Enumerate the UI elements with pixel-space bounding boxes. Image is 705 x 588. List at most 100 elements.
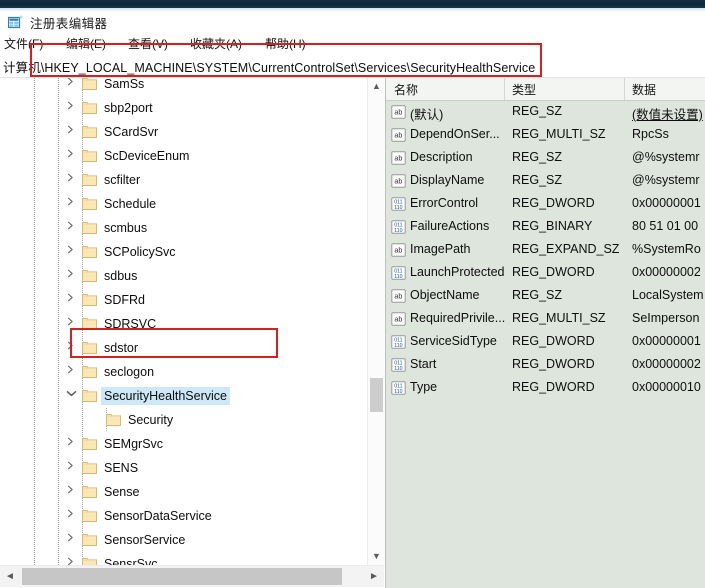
chevron-right-icon[interactable] <box>66 317 80 331</box>
value-name[interactable]: LaunchProtected <box>410 265 505 279</box>
tree-item[interactable]: ScDeviceEnum <box>0 144 367 168</box>
chevron-right-icon[interactable] <box>66 461 80 475</box>
chevron-right-icon[interactable] <box>66 293 80 307</box>
tree-item-label[interactable]: SCardSvr <box>101 123 161 141</box>
tree-item-label[interactable]: sdbus <box>101 267 140 285</box>
value-row[interactable]: 011 110 ErrorControl REG_DWORD 0x00000001 <box>386 193 705 216</box>
tree-item[interactable]: Sense <box>0 480 367 504</box>
tree-vscroll-thumb[interactable] <box>370 378 383 412</box>
tree-item-label[interactable]: ScDeviceEnum <box>101 147 192 165</box>
column-divider[interactable] <box>624 78 625 100</box>
tree-item[interactable]: sdbus <box>0 264 367 288</box>
tree-item-label[interactable]: SENS <box>101 459 141 477</box>
chevron-right-icon[interactable] <box>66 509 80 523</box>
value-row[interactable]: ab DependOnSer... REG_MULTI_SZ RpcSs <box>386 124 705 147</box>
tree-item-label[interactable]: SDFRd <box>101 291 148 309</box>
tree-item[interactable]: SecurityHealthService <box>0 384 367 408</box>
value-row[interactable]: 011 110 FailureActions REG_BINARY 80 51 01 0… <box>386 216 705 239</box>
tree-item[interactable]: sdstor <box>0 336 367 360</box>
value-name[interactable]: DependOnSer... <box>410 127 500 141</box>
value-name[interactable]: Type <box>410 380 437 394</box>
address-bar[interactable]: 计算机\HKEY_LOCAL_MACHINE\SYSTEM\CurrentCon… <box>0 54 705 78</box>
tree-item[interactable]: SensrSvc <box>0 552 367 565</box>
tree-item-label[interactable]: seclogon <box>101 363 157 381</box>
values-pane[interactable]: 名称 类型 数据 ab (默认) REG_SZ (数值未设置) ab DependOnSer.… <box>386 78 705 588</box>
tree-item[interactable]: SDRSVC <box>0 312 367 336</box>
tree-item[interactable]: SENS <box>0 456 367 480</box>
chevron-right-icon[interactable] <box>66 245 80 259</box>
tree-item-label[interactable]: SensrSvc <box>101 555 161 565</box>
scroll-left-icon[interactable]: ◄ <box>0 566 20 587</box>
value-name[interactable]: FailureActions <box>410 219 489 233</box>
chevron-right-icon[interactable] <box>66 125 80 139</box>
chevron-right-icon[interactable] <box>66 557 80 565</box>
value-row[interactable]: 011 110 LaunchProtected REG_DWORD 0x00000002 <box>386 262 705 285</box>
chevron-right-icon[interactable] <box>66 533 80 547</box>
value-row[interactable]: 011 110 ServiceSidType REG_DWORD 0x00000001 <box>386 331 705 354</box>
value-name[interactable]: ObjectName <box>410 288 479 302</box>
value-name[interactable]: Start <box>410 357 436 371</box>
value-row[interactable]: ab ObjectName REG_SZ LocalSystem <box>386 285 705 308</box>
tree-item-label[interactable]: SensorDataService <box>101 507 215 525</box>
tree-item-label[interactable]: SEMgrSvc <box>101 435 166 453</box>
tree-item[interactable]: SamSs <box>0 78 367 96</box>
registry-tree-pane[interactable]: SamSs sbp2port SCardSvr ScDeviceEnum scfilte… <box>0 78 386 588</box>
tree-item-label[interactable]: SamSs <box>101 78 147 93</box>
chevron-right-icon[interactable] <box>66 341 80 355</box>
chevron-right-icon[interactable] <box>66 197 80 211</box>
menu-item-1[interactable]: 编辑(E) <box>66 35 106 52</box>
tree-item[interactable]: SensorDataService <box>0 504 367 528</box>
menu-item-4[interactable]: 帮助(H) <box>265 35 306 52</box>
tree-item[interactable]: SensorService <box>0 528 367 552</box>
tree-item-label[interactable]: SCPolicySvc <box>101 243 179 261</box>
chevron-right-icon[interactable] <box>66 365 80 379</box>
menu-item-3[interactable]: 收藏夹(A) <box>190 35 242 52</box>
chevron-right-icon[interactable] <box>66 149 80 163</box>
scroll-up-icon[interactable]: ▲ <box>368 78 385 95</box>
value-row[interactable]: 011 110 Start REG_DWORD 0x00000002 <box>386 354 705 377</box>
chevron-right-icon[interactable] <box>66 221 80 235</box>
tree-item-label[interactable]: SDRSVC <box>101 315 159 333</box>
chevron-down-icon[interactable] <box>66 389 80 403</box>
tree-item-label[interactable]: sdstor <box>101 339 141 357</box>
value-row[interactable]: ab ImagePath REG_EXPAND_SZ %SystemRo <box>386 239 705 262</box>
tree-item[interactable]: sbp2port <box>0 96 367 120</box>
tree-item[interactable]: scfilter <box>0 168 367 192</box>
column-divider[interactable] <box>504 78 505 100</box>
menu-item-2[interactable]: 查看(V) <box>128 35 168 52</box>
registry-tree[interactable]: SamSs sbp2port SCardSvr ScDeviceEnum scfilte… <box>0 78 367 565</box>
tree-vertical-scrollbar[interactable]: ▲ ▼ <box>367 78 385 565</box>
value-row[interactable]: ab (默认) REG_SZ (数值未设置) <box>386 101 705 124</box>
value-name[interactable]: Description <box>410 150 473 164</box>
chevron-right-icon[interactable] <box>66 437 80 451</box>
value-name[interactable]: (默认) <box>410 104 443 123</box>
tree-item-label[interactable]: scfilter <box>101 171 143 189</box>
chevron-right-icon[interactable] <box>66 173 80 187</box>
values-list[interactable]: ab (默认) REG_SZ (数值未设置) ab DependOnSer... REG_M… <box>386 101 705 400</box>
values-header[interactable]: 名称 类型 数据 <box>386 78 705 101</box>
value-row[interactable]: ab Description REG_SZ @%systemr <box>386 147 705 170</box>
chevron-right-icon[interactable] <box>66 485 80 499</box>
chevron-right-icon[interactable] <box>66 269 80 283</box>
tree-item[interactable]: scmbus <box>0 216 367 240</box>
tree-item-label[interactable]: sbp2port <box>101 99 156 117</box>
column-header-0[interactable]: 名称 <box>394 81 418 98</box>
column-header-1[interactable]: 类型 <box>512 81 536 98</box>
value-name[interactable]: ImagePath <box>410 242 470 256</box>
value-name[interactable]: DisplayName <box>410 173 484 187</box>
column-header-2[interactable]: 数据 <box>632 81 656 98</box>
tree-item[interactable]: Schedule <box>0 192 367 216</box>
tree-item[interactable]: SDFRd <box>0 288 367 312</box>
value-name[interactable]: ErrorControl <box>410 196 478 210</box>
tree-item-label[interactable]: scmbus <box>101 219 150 237</box>
tree-item-label[interactable]: Sense <box>101 483 142 501</box>
tree-item-label[interactable]: SecurityHealthService <box>101 387 230 405</box>
value-row[interactable]: ab RequiredPrivile... REG_MULTI_SZ SeImpers… <box>386 308 705 331</box>
value-name[interactable]: ServiceSidType <box>410 334 497 348</box>
tree-item-label[interactable]: SensorService <box>101 531 188 549</box>
tree-hscroll-thumb[interactable] <box>22 568 342 585</box>
tree-item[interactable]: seclogon <box>0 360 367 384</box>
tree-item[interactable]: Security <box>0 408 367 432</box>
tree-horizontal-scrollbar[interactable]: ◄ ► <box>0 565 384 587</box>
value-name[interactable]: RequiredPrivile... <box>410 311 505 325</box>
